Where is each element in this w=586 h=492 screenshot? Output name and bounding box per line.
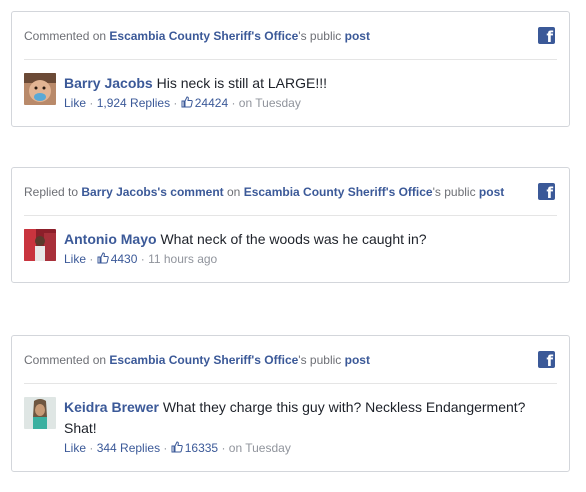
page-link[interactable]: Escambia County Sheriff's Office <box>244 185 433 199</box>
like-link[interactable]: Like <box>64 252 86 266</box>
card-header: Replied to Barry Jacobs's comment on Esc… <box>24 168 557 216</box>
avatar[interactable] <box>24 73 56 105</box>
post-link[interactable]: post <box>345 29 370 43</box>
reactions-value: 16335 <box>184 441 219 455</box>
like-link[interactable]: Like <box>64 441 86 455</box>
comment-author[interactable]: Antonio Mayo <box>64 231 157 247</box>
comment-time: on Tuesday <box>228 441 291 455</box>
activity-suffix: 's public <box>298 353 342 367</box>
activity-suffix: 's public <box>432 185 476 199</box>
comment: Keidra Brewer What they charge this guy … <box>12 384 569 455</box>
activity-line: Replied to Barry Jacobs's comment on Esc… <box>24 185 504 199</box>
activity-action: Replied to <box>24 185 79 199</box>
thumbs-up-icon <box>181 96 193 108</box>
comment-message: His neck is still at LARGE!!! <box>156 75 327 91</box>
replies-link[interactable]: 344 Replies <box>97 441 160 455</box>
comment: Barry Jacobs His neck is still at LARGE!… <box>12 60 569 110</box>
thumbs-up-icon <box>97 252 109 264</box>
comment-text: Keidra Brewer What they charge this guy … <box>64 397 557 439</box>
reactions-count[interactable]: 4430 <box>97 252 138 266</box>
card-header: Commented on Escambia County Sheriff's O… <box>24 336 557 384</box>
like-link[interactable]: Like <box>64 96 86 110</box>
post-link[interactable]: post <box>345 353 370 367</box>
reactions-value: 24424 <box>194 96 229 110</box>
thumbs-up-icon <box>171 441 183 453</box>
activity-line: Commented on Escambia County Sheriff's O… <box>24 353 370 367</box>
facebook-icon[interactable]: f <box>538 183 555 202</box>
comment-card-1: Commented on Escambia County Sheriff's O… <box>11 11 570 127</box>
reactions-count[interactable]: 24424 <box>181 96 228 110</box>
activity-action: Commented on <box>24 29 107 43</box>
comment-text: Barry Jacobs His neck is still at LARGE!… <box>64 73 557 94</box>
post-link[interactable]: post <box>479 185 504 199</box>
activity-action: Commented on <box>24 353 107 367</box>
comment-link[interactable]: Barry Jacobs's comment <box>81 185 223 199</box>
page-link[interactable]: Escambia County Sheriff's Office <box>109 29 298 43</box>
facebook-icon[interactable]: f <box>538 351 555 370</box>
replies-link[interactable]: 1,924 Replies <box>97 96 170 110</box>
reactions-count[interactable]: 16335 <box>171 441 218 455</box>
page-link[interactable]: Escambia County Sheriff's Office <box>109 353 298 367</box>
comment-author[interactable]: Keidra Brewer <box>64 399 159 415</box>
avatar[interactable] <box>24 397 56 429</box>
comment-card-3: Commented on Escambia County Sheriff's O… <box>11 335 570 472</box>
reactions-value: 4430 <box>110 252 138 266</box>
activity-suffix: 's public <box>298 29 342 43</box>
activity-on: on <box>226 185 241 199</box>
card-header: Commented on Escambia County Sheriff's O… <box>24 12 557 60</box>
comment-author[interactable]: Barry Jacobs <box>64 75 153 91</box>
comment: Antonio Mayo What neck of the woods was … <box>12 216 569 266</box>
comment-text: Antonio Mayo What neck of the woods was … <box>64 229 557 250</box>
comment-card-2: Replied to Barry Jacobs's comment on Esc… <box>11 167 570 283</box>
comment-meta: Like · 4430 · 11 hours ago <box>64 252 218 266</box>
comment-time: 11 hours ago <box>148 252 218 266</box>
comment-time: on Tuesday <box>238 96 301 110</box>
avatar[interactable] <box>24 229 56 261</box>
facebook-icon[interactable]: f <box>538 27 555 46</box>
comment-meta: Like · 1,924 Replies · 24424 · on Tuesda… <box>64 96 301 110</box>
comment-meta: Like · 344 Replies · 16335 · on Tuesday <box>64 441 291 455</box>
activity-line: Commented on Escambia County Sheriff's O… <box>24 29 370 43</box>
comment-message: What neck of the woods was he caught in? <box>160 231 427 247</box>
